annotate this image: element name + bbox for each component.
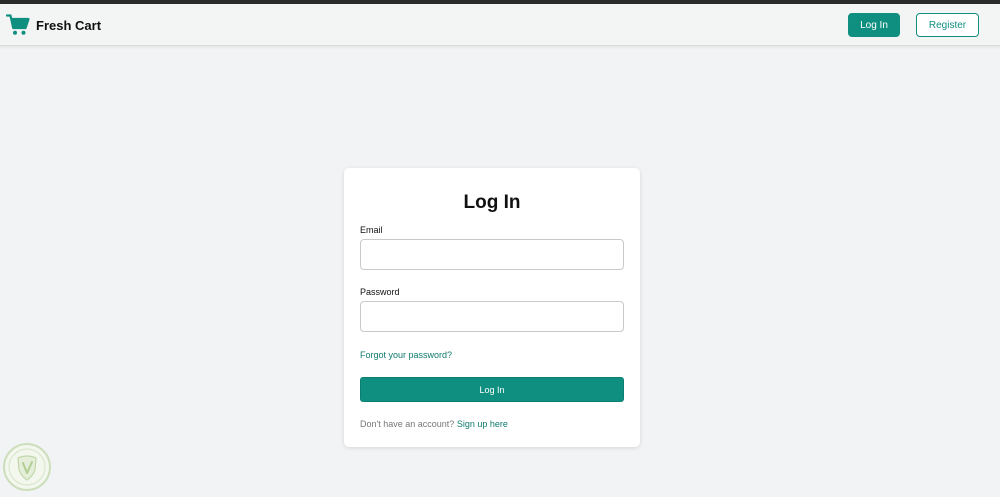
email-input[interactable]: [360, 239, 624, 270]
watermark-shield-icon: [2, 442, 52, 492]
signup-link[interactable]: Sign up here: [457, 419, 508, 429]
login-title: Log In: [463, 192, 521, 213]
login-submit-button[interactable]: Log In: [360, 377, 624, 402]
login-card: Log In Email Password Forgot your passwo…: [344, 168, 640, 447]
email-label: Email: [360, 225, 383, 235]
nav-register-button[interactable]: Register: [916, 13, 979, 37]
shopping-cart-icon: [6, 13, 30, 37]
signup-row: Don't have an account? Sign up here: [360, 419, 508, 429]
top-navbar: Fresh Cart Log In Register: [0, 4, 1000, 46]
password-input[interactable]: [360, 301, 624, 332]
signup-prompt: Don't have an account?: [360, 419, 455, 429]
brand-name: Fresh Cart: [36, 17, 102, 33]
brand-logo[interactable]: Fresh Cart: [6, 12, 101, 38]
nav-login-button[interactable]: Log In: [848, 13, 900, 37]
password-label: Password: [360, 287, 400, 297]
forgot-password-link[interactable]: Forgot your password?: [360, 350, 452, 360]
